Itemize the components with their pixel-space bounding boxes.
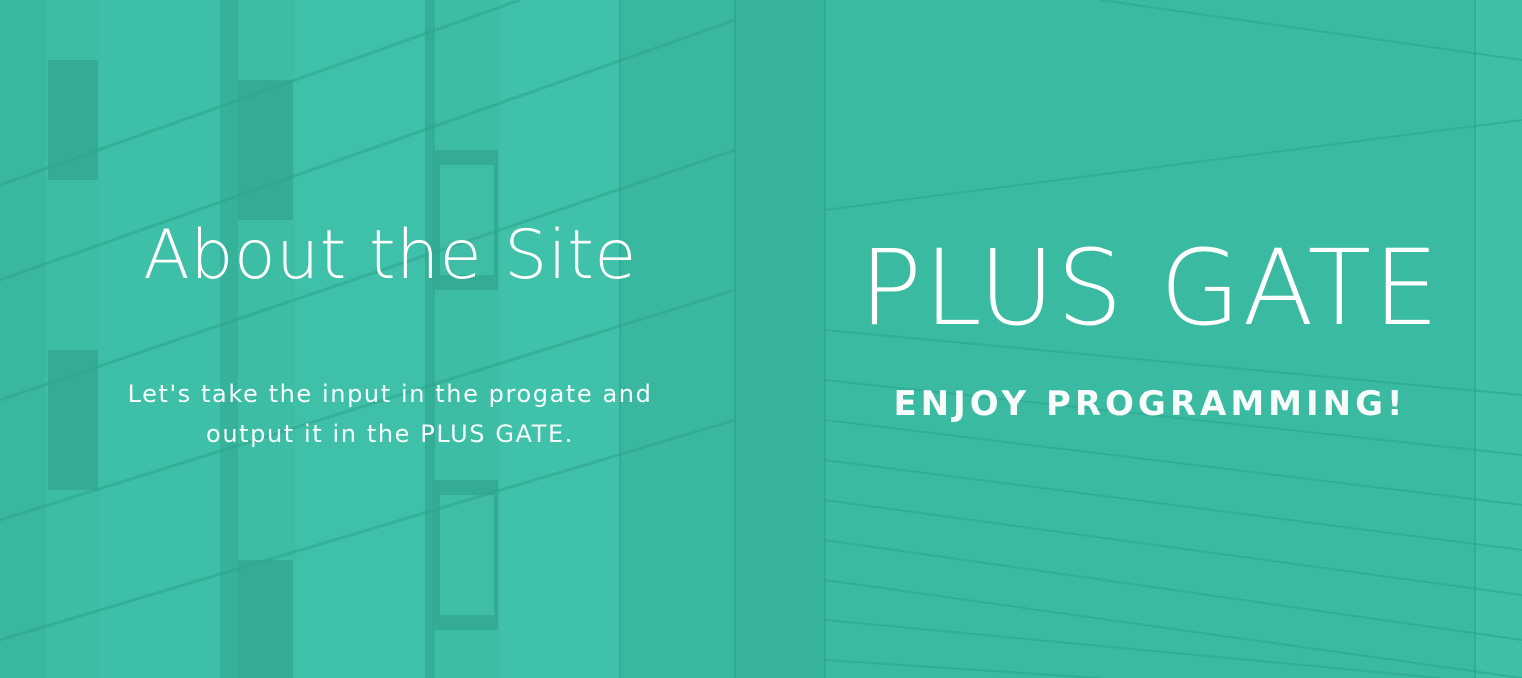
hero-content: About the Site Let's take the input in t… <box>0 0 1522 678</box>
about-title: About the Site <box>143 216 637 295</box>
hero-section: About the Site Let's take the input in t… <box>0 0 1522 678</box>
about-section: About the Site Let's take the input in t… <box>60 210 720 454</box>
brand-tagline: ENJOY PROGRAMMING! <box>893 384 1407 424</box>
about-description: Let's take the input in the progate and … <box>127 380 653 448</box>
brand-section: PLUS GATE ENJOY PROGRAMMING! <box>800 218 1500 424</box>
brand-title: PLUS GATE <box>859 227 1441 349</box>
